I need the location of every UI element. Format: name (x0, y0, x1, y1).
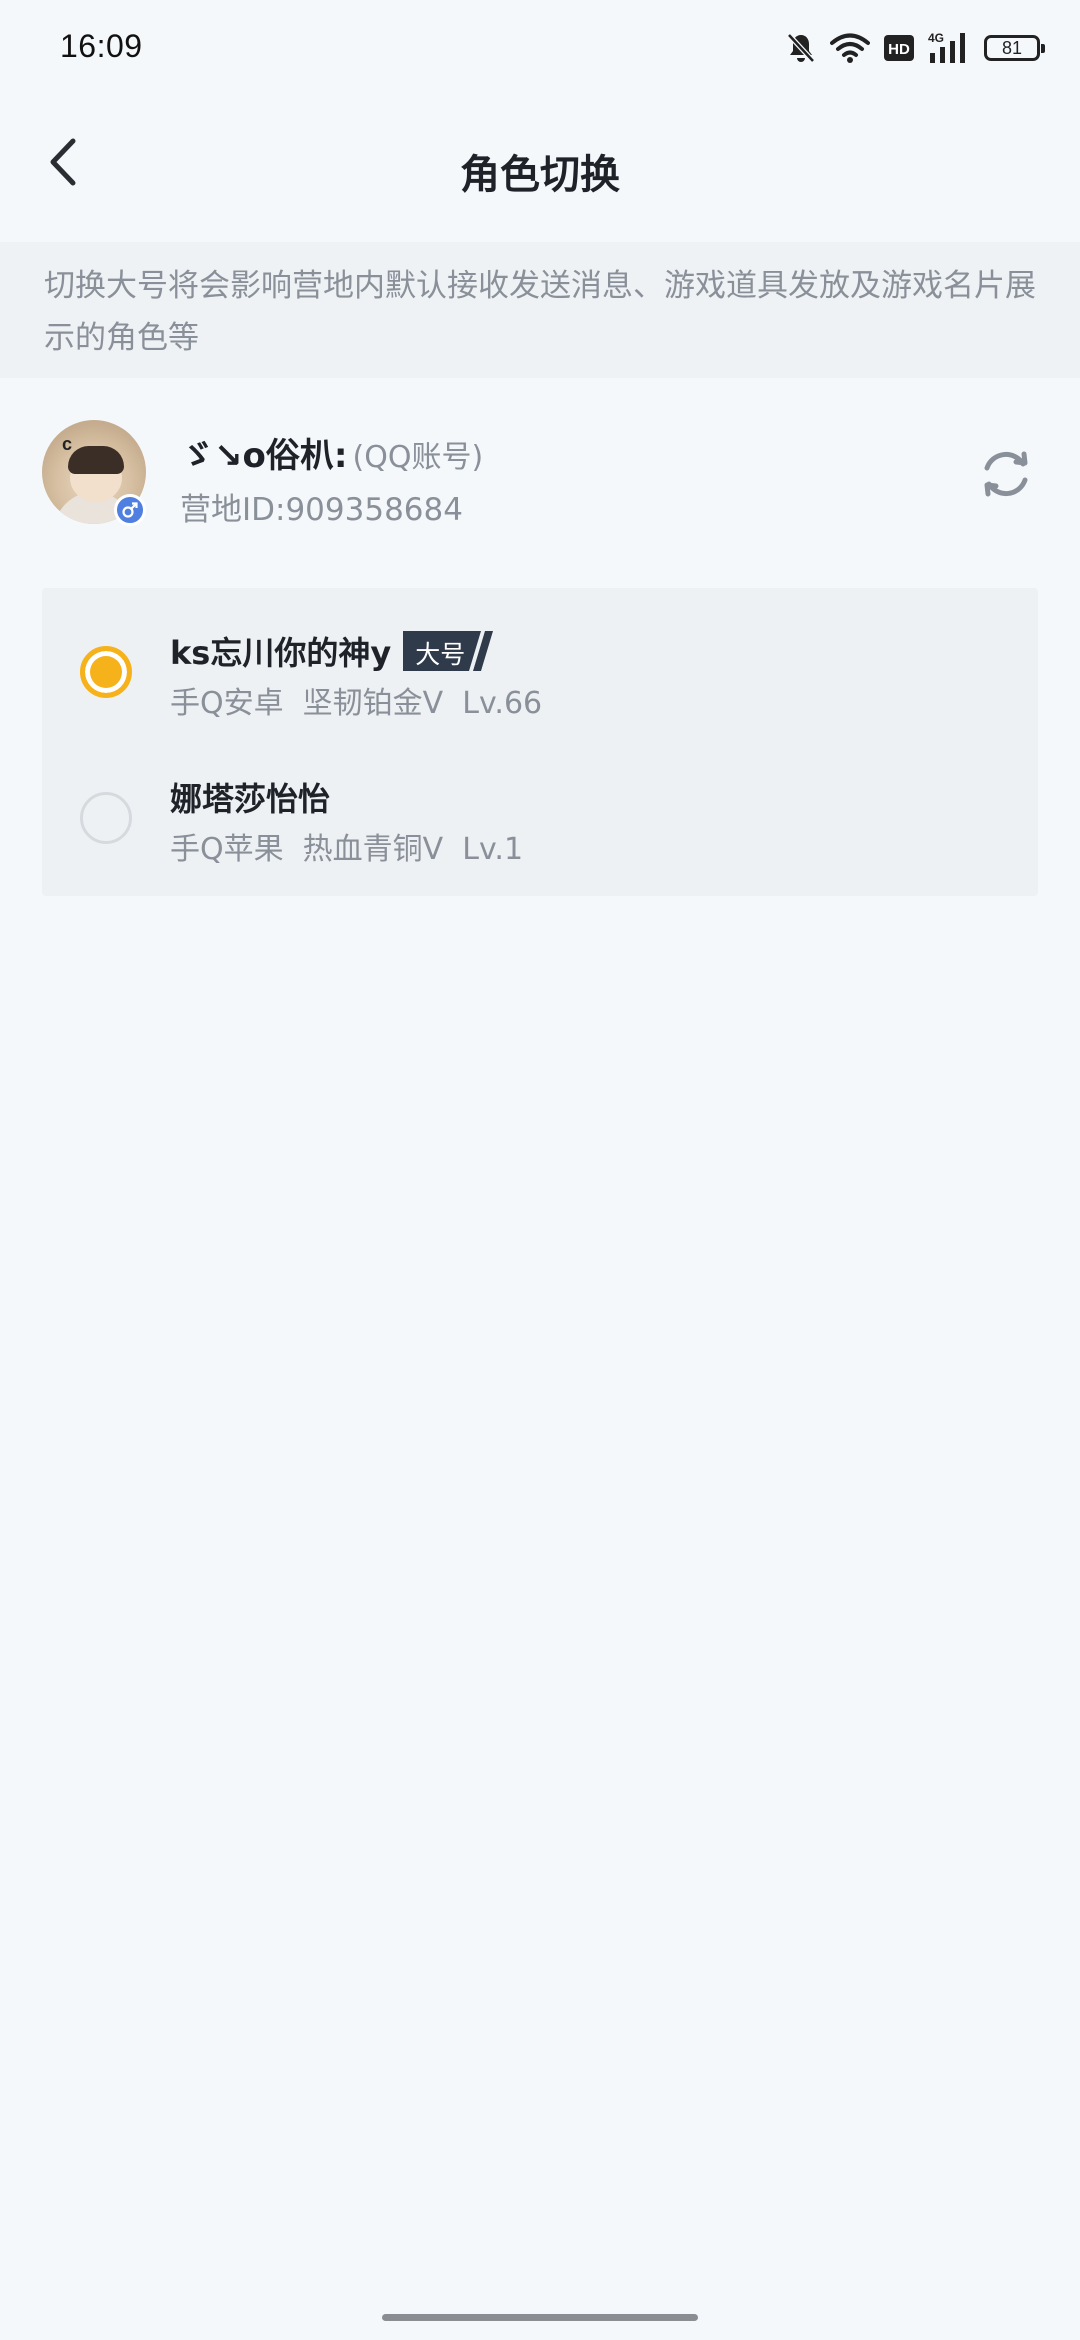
status-time: 16:09 (60, 28, 143, 64)
status-icons: HD 4G 81 (786, 26, 1045, 70)
notice-banner: 切换大号将会影响营地内默认接收发送消息、游戏道具发放及游戏名片展示的角色等 (0, 242, 1080, 378)
account-row: c ゞ↘o俗朳: (QQ账号) 营地ID:909358684 (0, 418, 1080, 530)
male-icon (114, 494, 146, 526)
roles-list: ks忘川你的神y 大号 手Q安卓 坚韧铂金V Lv.66 娜塔莎怡怡 手Q苹果 … (42, 588, 1038, 896)
status-bar: 16:09 HD 4G 81 (0, 0, 1080, 96)
refresh-icon (976, 451, 1036, 508)
role-radio-selected[interactable] (80, 646, 132, 698)
role-item[interactable]: ks忘川你的神y 大号 手Q安卓 坚韧铂金V Lv.66 (42, 588, 1038, 734)
bell-off-icon (786, 32, 816, 64)
account-name-line: ゞ↘o俗朳: (QQ账号) (180, 428, 483, 477)
header: 角色切换 (0, 96, 1080, 242)
role-meta: 手Q安卓 坚韧铂金V Lv.66 (170, 686, 543, 721)
main-account-badge: 大号 (403, 631, 499, 671)
role-radio[interactable] (80, 792, 132, 844)
account-id: 营地ID:909358684 (180, 492, 463, 528)
wifi-icon (830, 32, 870, 64)
role-name: 娜塔莎怡怡 (170, 780, 331, 818)
battery-icon: 81 (984, 35, 1045, 61)
role-meta: 手Q苹果 热血青铜V Lv.1 (170, 832, 524, 867)
account-name: ゞ↘o俗朳: (180, 436, 348, 476)
refresh-button[interactable] (976, 444, 1036, 504)
role-name-line: ks忘川你的神y 大号 (170, 628, 499, 674)
account-type: (QQ账号) (352, 440, 484, 475)
svg-text:HD: HD (888, 41, 910, 58)
role-name-line: 娜塔莎怡怡 (170, 774, 330, 820)
role-name: ks忘川你的神y (170, 634, 392, 672)
main-badge-text: 大号 (415, 640, 466, 669)
hd-icon: HD (884, 35, 914, 61)
page-title: 角色切换 (460, 152, 620, 198)
home-indicator[interactable] (382, 2314, 698, 2321)
role-item[interactable]: 娜塔莎怡怡 手Q苹果 热血青铜V Lv.1 (42, 734, 1038, 880)
svg-text:4G: 4G (928, 31, 944, 45)
signal-4g-icon: 4G (928, 31, 970, 65)
